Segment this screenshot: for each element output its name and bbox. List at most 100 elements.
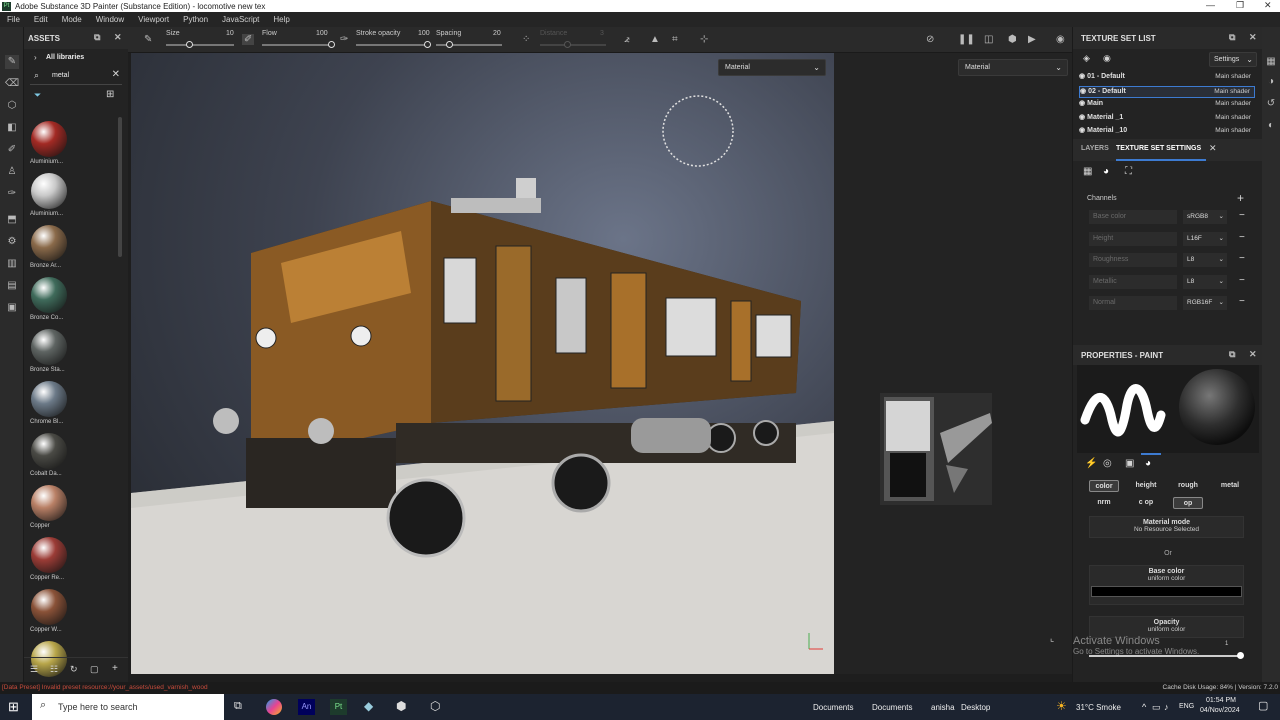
stencil-icon[interactable]: ▣	[1125, 458, 1134, 469]
pause-icon[interactable]: ❚❚	[958, 34, 975, 45]
shelf-icon[interactable]: ▥	[5, 257, 19, 271]
channel-chip[interactable]: height	[1131, 480, 1161, 492]
status-error[interactable]: [Data Preset] Invalid preset resource://…	[2, 684, 208, 691]
asset-search-input[interactable]: metal	[52, 72, 69, 79]
screenshot-icon[interactable]: ◉	[1056, 34, 1065, 45]
lazy-mouse-icon[interactable]: ⁘	[522, 34, 530, 45]
texture-set-row[interactable]: ◉ Main Main shader	[1079, 99, 1255, 111]
paint-brush-icon[interactable]: ✎	[5, 55, 19, 69]
tab-texture-set-settings[interactable]: TEXTURE SET SETTINGS	[1116, 145, 1201, 152]
remove-channel-icon[interactable]: −	[1239, 210, 1245, 221]
viewport-3d[interactable]: Material ⌄	[131, 53, 834, 674]
undock-icon[interactable]: ⧉	[94, 32, 100, 43]
channel-chip[interactable]: op	[1173, 497, 1203, 509]
task-view-icon[interactable]: ⧉	[234, 700, 242, 713]
animate-app-icon[interactable]: An	[298, 699, 315, 715]
library-row[interactable]: › All libraries	[24, 49, 128, 67]
taskbar-search-box[interactable]: ⌕ Type here to search	[32, 694, 224, 720]
eye-icon[interactable]: ◉	[1080, 88, 1086, 95]
filter-icon[interactable]: ⏷	[34, 90, 41, 101]
undock-icon[interactable]: ⧉	[1229, 349, 1235, 360]
texture-set-list-icon[interactable]: ▦	[1264, 55, 1278, 69]
eye-icon[interactable]: ◉	[1079, 127, 1085, 134]
cube-icon[interactable]: ⬢	[1008, 34, 1017, 45]
eraser-icon[interactable]: ⌫	[5, 77, 19, 91]
windows-start-icon[interactable]: ⊞	[8, 699, 19, 715]
stroke-opacity-slider[interactable]	[356, 41, 431, 48]
close-window-button[interactable]: ✕	[1264, 0, 1272, 11]
material-sphere-icon[interactable]: ◕	[1145, 458, 1151, 469]
texture-set-row[interactable]: ◉ 01 - Default Main shader	[1079, 72, 1255, 84]
geometry-mask-icon[interactable]: ◧	[5, 121, 19, 135]
minimize-button[interactable]: —	[1206, 0, 1215, 10]
channel-format-dropdown[interactable]: RGB16F ⌄	[1183, 296, 1227, 310]
uv-icon[interactable]: ⛶	[1125, 166, 1132, 177]
volume-icon[interactable]: ♪	[1164, 702, 1169, 712]
mountain-icon[interactable]: ▲	[650, 34, 660, 45]
bake-icon[interactable]: ⬒	[5, 213, 19, 227]
taskbar-documents-1[interactable]: Documents	[813, 703, 853, 712]
clock-date[interactable]: 04/Nov/2024	[1200, 707, 1240, 714]
flow-value[interactable]: 100	[316, 30, 328, 37]
copilot-icon[interactable]	[266, 699, 282, 715]
menu-javascript[interactable]: JavaScript	[215, 15, 266, 24]
asset-tile[interactable]: Copper	[30, 485, 68, 529]
video-icon[interactable]: ▶	[1028, 34, 1036, 45]
menu-viewport[interactable]: Viewport	[131, 15, 176, 24]
asset-tile[interactable]: Bronze Sta...	[30, 329, 68, 373]
projection-icon[interactable]: ⬡	[5, 99, 19, 113]
settings-gear-icon[interactable]: ⚙	[5, 235, 19, 249]
material-mode-block[interactable]: Material mode No Resource Selected	[1089, 516, 1244, 538]
settings-dropdown[interactable]: Settings ⌄	[1209, 52, 1257, 67]
weather-text[interactable]: 31°C Smoke	[1076, 703, 1121, 712]
grid-view-icon[interactable]: ⊞	[106, 89, 114, 100]
channel-format-dropdown[interactable]: L16F ⌄	[1183, 231, 1227, 246]
clone-stamp-icon[interactable]: ♙	[5, 165, 19, 179]
split-view-icon[interactable]: ◫	[984, 34, 993, 45]
crop-icon[interactable]: ⌗	[672, 34, 678, 45]
add-icon[interactable]: +	[112, 663, 118, 674]
eye-icon[interactable]: ◉	[1103, 53, 1111, 64]
tray-chevron-icon[interactable]: ^	[1142, 702, 1146, 712]
size-slider[interactable]	[166, 41, 234, 48]
menu-help[interactable]: Help	[266, 15, 296, 24]
asset-tile[interactable]: Bronze Co...	[30, 277, 68, 321]
flow-slider[interactable]	[262, 41, 335, 48]
stroke-opacity-value[interactable]: 100	[418, 30, 430, 37]
channel-chip[interactable]: color	[1089, 480, 1119, 492]
texture-set-row[interactable]: ◉ Material _10 Main shader	[1079, 126, 1255, 138]
undock-icon[interactable]: ⧉	[1229, 32, 1235, 43]
remove-channel-icon[interactable]: −	[1239, 275, 1245, 286]
channel-chip[interactable]: c op	[1131, 497, 1161, 509]
asset-tile[interactable]: Aluminium...	[30, 121, 68, 165]
smudge-icon[interactable]: ✐	[5, 143, 19, 157]
channel-chip[interactable]: rough	[1173, 480, 1203, 492]
history-icon[interactable]: ↺	[1264, 97, 1278, 111]
app-icon-cube[interactable]: ⬡	[430, 699, 440, 713]
channel-format-dropdown[interactable]: L8 ⌄	[1183, 253, 1227, 267]
taskbar-desktop[interactable]: Desktop	[961, 703, 990, 712]
remove-channel-icon[interactable]: −	[1239, 232, 1245, 243]
taskbar-search-input[interactable]: Type here to search	[58, 702, 138, 712]
tab-layers[interactable]: LAYERS	[1081, 145, 1109, 152]
taskbar-documents-2[interactable]: Documents	[872, 703, 912, 712]
export-icon[interactable]: ▤	[5, 279, 19, 293]
texture-set-row[interactable]: ◉ 02 - Default Main shader	[1079, 85, 1255, 98]
alpha-icon[interactable]: ◎	[1103, 458, 1112, 469]
texture-set-icon[interactable]: ▦	[1083, 166, 1092, 177]
color-picker-icon[interactable]: ✑	[5, 187, 19, 201]
base-color-swatch[interactable]	[1091, 586, 1242, 597]
asset-tile[interactable]: Bronze Ar...	[30, 225, 68, 269]
asset-tile[interactable]: Copper Re...	[30, 537, 68, 581]
document-icon[interactable]: ▣	[5, 301, 19, 315]
spacing-value[interactable]: 20	[493, 30, 501, 37]
channel-format-dropdown[interactable]: L8 ⌄	[1183, 274, 1227, 289]
spacing-slider[interactable]	[436, 41, 502, 48]
app-icon-blue[interactable]: ◆	[364, 699, 373, 713]
pen-pressure-icon[interactable]: ✐	[242, 34, 255, 45]
language-indicator[interactable]: ENG	[1179, 703, 1194, 710]
notification-icon[interactable]: ▢	[1258, 699, 1268, 712]
clock-time[interactable]: 01:54 PM	[1206, 697, 1236, 704]
asset-scrollbar[interactable]	[118, 117, 122, 257]
menu-python[interactable]: Python	[176, 15, 215, 24]
